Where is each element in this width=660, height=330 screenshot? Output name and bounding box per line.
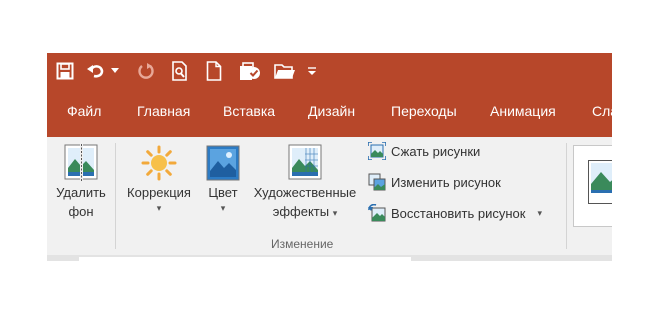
undo-dropdown[interactable] [109, 57, 121, 85]
tab-file[interactable]: Файл [67, 103, 101, 119]
check-in-button[interactable] [237, 57, 263, 85]
print-preview-icon [172, 61, 187, 81]
redo-icon [138, 63, 154, 79]
chevron-down-icon: ▾ [220, 203, 226, 213]
reset-picture-label: Восстановить рисунок [391, 205, 526, 221]
undo-button[interactable] [85, 57, 107, 85]
chevron-down-icon[interactable]: ▾ [537, 207, 542, 219]
artistic-effects-label-line2: эффекты ▾ [272, 204, 338, 219]
picture-style-thumbnail[interactable] [588, 160, 612, 204]
corrections-label: Коррекция [127, 185, 191, 200]
compress-pictures-label: Сжать рисунки [391, 143, 481, 159]
group-separator [115, 143, 116, 249]
sun-icon [141, 143, 177, 183]
picture-color-icon [205, 143, 241, 183]
tab-home[interactable]: Главная [137, 103, 190, 119]
color-label: Цвет [208, 185, 238, 200]
powerpoint-window: Файл Главная Вставка Дизайн Переходы Ани… [47, 53, 612, 261]
tab-slideshow[interactable]: Сла [592, 103, 612, 119]
quick-access-toolbar [47, 53, 612, 89]
save-button[interactable] [53, 57, 77, 85]
tab-insert[interactable]: Вставка [223, 103, 275, 119]
compress-pictures-icon [367, 141, 387, 161]
remove-background-label-line1: Удалить [56, 185, 106, 200]
reset-picture-button[interactable]: Восстановить рисунок ▾ [367, 201, 542, 225]
color-button[interactable]: Цвет ▾ [201, 137, 245, 214]
corrections-button[interactable]: Коррекция ▾ [121, 137, 197, 214]
chevron-down-icon [111, 68, 119, 73]
tab-transitions[interactable]: Переходы [391, 103, 457, 119]
compress-pictures-button[interactable]: Сжать рисунки [367, 139, 480, 163]
artistic-effects-label-line1: Художественные [253, 185, 357, 200]
remove-background-icon [63, 143, 99, 183]
customize-toolbar-button[interactable] [305, 57, 319, 85]
undo-icon [87, 65, 104, 78]
slide-page-edge [79, 257, 411, 261]
group-label-adjust: Изменение [271, 237, 334, 251]
save-icon [56, 62, 74, 80]
artistic-effects-button[interactable]: Художественные эффекты ▾ [247, 137, 363, 221]
customize-dropdown-icon [308, 67, 316, 75]
new-file-button[interactable] [203, 57, 225, 85]
ribbon-tabs: Файл Главная Вставка Дизайн Переходы Ани… [47, 89, 612, 137]
ribbon-panel: Удалить фон Коррекция ▾ Цвет ▾ Художеств… [47, 137, 612, 255]
remove-background-label-line2: фон [68, 204, 94, 219]
remove-background-button[interactable]: Удалить фон [51, 137, 111, 221]
open-folder-button[interactable] [273, 57, 297, 85]
picture-styles-gallery[interactable] [573, 145, 612, 227]
new-file-icon [206, 61, 222, 81]
redo-button[interactable] [135, 57, 157, 85]
check-in-icon [240, 62, 260, 80]
artistic-effects-icon [287, 143, 323, 183]
reset-picture-icon [367, 203, 387, 223]
change-picture-button[interactable]: Изменить рисунок [367, 170, 501, 194]
tab-animations[interactable]: Анимация [490, 103, 556, 119]
open-folder-icon [274, 64, 295, 79]
change-picture-icon [367, 172, 387, 192]
group-separator [566, 143, 567, 249]
chevron-down-icon: ▾ [156, 203, 162, 213]
print-preview-button[interactable] [169, 57, 191, 85]
tab-design[interactable]: Дизайн [308, 103, 355, 119]
change-picture-label: Изменить рисунок [391, 174, 501, 190]
chevron-down-icon: ▾ [332, 208, 338, 218]
